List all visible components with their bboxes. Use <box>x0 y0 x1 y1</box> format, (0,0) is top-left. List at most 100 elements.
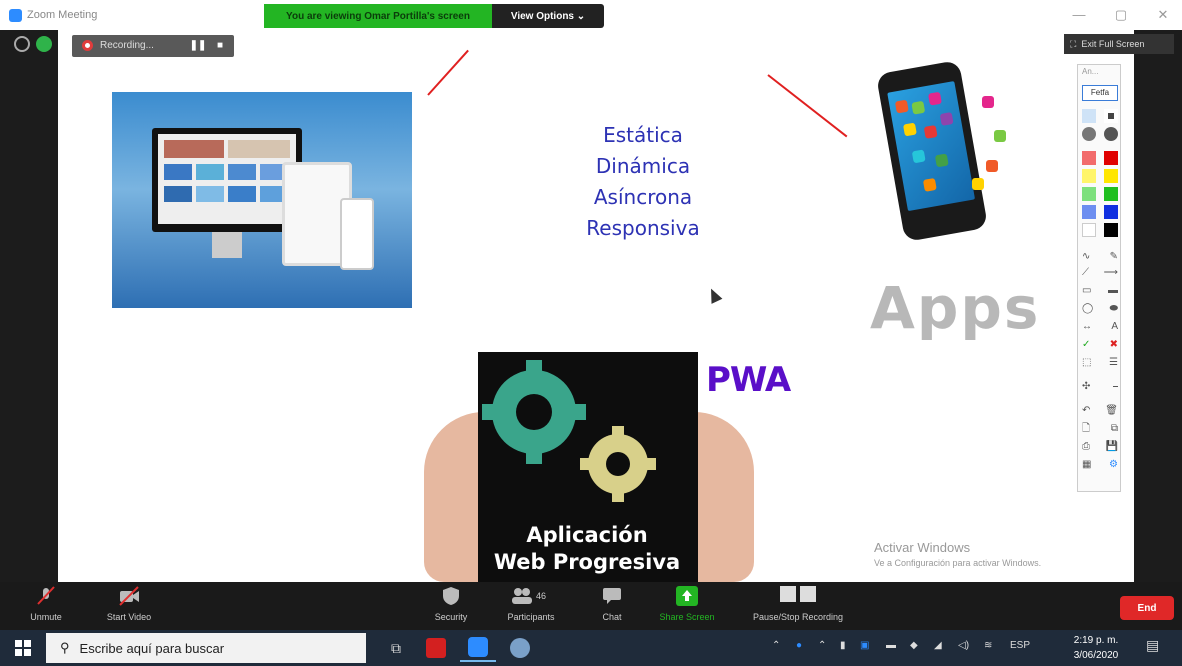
eraser-icon[interactable]: ⎯ <box>1113 381 1118 393</box>
highlight-icon[interactable]: ☰ <box>1109 357 1118 369</box>
color-green[interactable] <box>1104 187 1118 201</box>
start-video-button[interactable]: Start Video <box>94 586 164 622</box>
annotation-toolbar-header: An... <box>1082 67 1099 76</box>
usb-icon[interactable]: ▮ <box>840 640 846 651</box>
dropbox-icon[interactable]: ◆ <box>910 640 918 651</box>
color-red[interactable] <box>1104 151 1118 165</box>
participants-count: 46 <box>536 591 547 601</box>
start-button[interactable] <box>0 630 46 666</box>
participants-button[interactable]: 46 Participants <box>496 586 566 622</box>
copy-icon[interactable]: ⧉ <box>1111 423 1118 435</box>
monitor-graphic <box>152 128 302 232</box>
squiggle-icon[interactable]: ∿ <box>1082 251 1090 263</box>
select-icon[interactable]: ⬚ <box>1082 357 1091 369</box>
line-icon[interactable]: ⟋ <box>1082 267 1089 279</box>
color-light-blue[interactable] <box>1082 205 1096 219</box>
chat-button[interactable]: Chat <box>592 586 632 622</box>
stamp-x-icon[interactable]: ✖ <box>1110 339 1118 351</box>
color-light-green[interactable] <box>1082 187 1096 201</box>
trash-icon[interactable]: 🗑 <box>1105 405 1118 417</box>
filled-ellipse-icon[interactable]: ⬬ <box>1109 303 1118 315</box>
share-screen-button[interactable]: Share Screen <box>652 586 722 622</box>
pwa-caption-line2: Web Progresiva <box>493 550 681 574</box>
show-hidden-icons[interactable]: ⌃ <box>818 640 826 651</box>
notifications-icon[interactable]: ▤ <box>1146 637 1159 654</box>
ellipse-icon[interactable]: ◯ <box>1082 303 1093 315</box>
pause-recording-button[interactable]: ❚❚ <box>188 39 208 53</box>
stop-recording-button[interactable]: ■ <box>210 39 230 53</box>
unmute-label: Unmute <box>30 612 62 622</box>
unmute-button[interactable]: Unmute <box>20 586 72 622</box>
end-meeting-button[interactable]: End <box>1120 596 1174 620</box>
search-icon: ⚲ <box>60 640 70 655</box>
double-arrow-icon[interactable]: ↔ <box>1082 321 1092 333</box>
line-medium-option[interactable] <box>1104 109 1118 123</box>
color-yellow[interactable] <box>1104 169 1118 183</box>
annotation-fill-button[interactable]: Fetfa <box>1082 85 1118 101</box>
activate-windows-watermark: Activar Windows Ve a Configuración para … <box>874 540 1041 568</box>
arrow-icon[interactable]: ⟶ <box>1104 267 1118 279</box>
new-page-icon[interactable]: 🗋 <box>1082 423 1090 435</box>
video-off-icon <box>118 586 140 606</box>
security-label: Security <box>434 612 468 622</box>
print-icon[interactable]: ⎙ <box>1082 441 1090 453</box>
task-view-button[interactable]: ⧉ <box>378 634 414 662</box>
exit-full-screen-button[interactable]: ⛶ Exit Full Screen <box>1064 34 1174 54</box>
muted-mic-icon <box>35 586 57 606</box>
full-screen-icon: ⛶ <box>1070 38 1077 49</box>
slide-line-responsiva: Responsiva <box>586 216 700 240</box>
apps-word-graphic: Apps <box>870 274 1041 342</box>
paint-icon <box>510 638 530 658</box>
share-screen-label: Share Screen <box>659 612 715 622</box>
color-light-red[interactable] <box>1082 151 1096 165</box>
close-button[interactable]: ✕ <box>1148 7 1178 23</box>
battery-icon[interactable]: ▬ <box>886 640 896 651</box>
text-icon[interactable]: A <box>1111 321 1118 333</box>
red-arrow-left <box>427 49 469 96</box>
watermark-subtitle: Ve a Configuración para activar Windows. <box>874 558 1042 568</box>
slide-text-list: Estática Dinámica Asíncrona Responsiva <box>578 120 708 244</box>
line-heavy-option[interactable] <box>1104 127 1118 141</box>
zoom-tray-icon[interactable]: ▣ <box>860 640 869 651</box>
spotlight-icon[interactable]: ✣ <box>1082 381 1090 393</box>
color-white[interactable] <box>1082 223 1096 237</box>
encryption-shield-icon[interactable] <box>36 36 52 52</box>
wifi-icon[interactable]: ≋ <box>984 640 992 651</box>
view-options-button[interactable]: View Options ⌄ <box>492 4 604 28</box>
settings-icon[interactable]: ⚙ <box>1109 459 1118 471</box>
save-icon[interactable]: 💾 <box>1106 441 1118 453</box>
grid-icon[interactable]: ▦ <box>1082 459 1091 471</box>
line-thick-option[interactable] <box>1082 127 1096 141</box>
security-button[interactable]: Security <box>424 586 478 622</box>
monitor-screen-tiles <box>164 140 290 202</box>
recording-indicator: Recording... ❚❚ ■ <box>72 35 234 57</box>
language-indicator[interactable]: ESP <box>1010 640 1030 651</box>
network-icon[interactable]: ◢ <box>934 640 942 651</box>
volume-icon[interactable]: ◁) <box>958 640 969 651</box>
filled-rectangle-icon[interactable]: ▬ <box>1108 285 1118 297</box>
help-icon[interactable]: ● <box>796 640 802 651</box>
checkmark-icon[interactable]: ✓ <box>1082 339 1090 351</box>
windows-logo-icon <box>15 640 31 656</box>
pause-stop-recording-button[interactable]: Pause/Stop Recording <box>738 586 858 622</box>
tray-scroll-icon[interactable]: ⌃ <box>772 640 780 651</box>
color-light-yellow[interactable] <box>1082 169 1096 183</box>
taskbar-clock[interactable]: 2:19 p. m. 3/06/2020 <box>1070 633 1122 663</box>
paint-taskbar-button[interactable] <box>502 634 538 662</box>
pen-icon[interactable]: ✎ <box>1110 251 1118 263</box>
info-icon[interactable] <box>14 36 30 52</box>
color-black[interactable] <box>1104 223 1118 237</box>
line-thin-option[interactable] <box>1082 109 1096 123</box>
minimize-button[interactable]: — <box>1064 7 1094 22</box>
color-blue[interactable] <box>1104 205 1118 219</box>
zoom-taskbar-button[interactable] <box>460 634 496 662</box>
rectangle-icon[interactable]: ▭ <box>1082 285 1091 297</box>
maximize-button[interactable]: ▢ <box>1106 7 1136 23</box>
undo-icon[interactable]: ↶ <box>1082 405 1090 417</box>
taskbar-search-box[interactable]: ⚲ Escribe aquí para buscar <box>46 633 366 663</box>
search-placeholder: Escribe aquí para buscar <box>79 640 225 656</box>
chat-label: Chat <box>602 612 622 622</box>
pause-stop-label: Pause/Stop Recording <box>752 612 844 622</box>
slide-line-asincrona: Asíncrona <box>593 185 693 209</box>
acrobat-taskbar-button[interactable] <box>418 634 454 662</box>
